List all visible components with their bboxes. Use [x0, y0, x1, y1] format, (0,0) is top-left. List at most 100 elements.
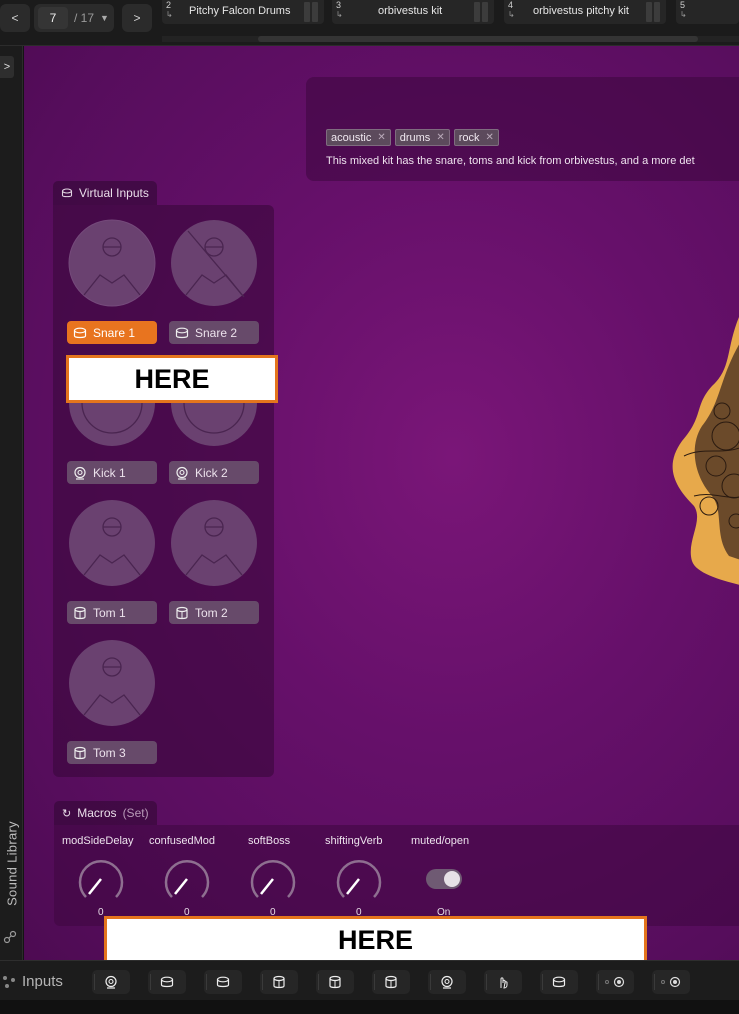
macro-knob[interactable]: [76, 857, 126, 907]
input-button[interactable]: [92, 970, 130, 994]
snare-drum-icon: [216, 976, 230, 988]
slot-title: orbivestus kit: [378, 5, 443, 17]
virtual-inputs-panel: Snare 1 Snare 2 Kick 1 Kick 2 Tom 1 Tom …: [53, 205, 274, 777]
drum-icon: [61, 188, 73, 198]
pad-label: Kick 2: [195, 465, 228, 480]
pad-label: Tom 1: [93, 605, 126, 620]
sound-library-tab[interactable]: Sound Library: [5, 814, 20, 914]
pad-label: Snare 2: [195, 325, 238, 340]
input-button[interactable]: [428, 970, 466, 994]
tom-drum-icon: [74, 746, 86, 759]
tag-label: rock: [458, 131, 480, 144]
preset-slot-2[interactable]: 2 ↳ Pitchy Falcon Drums: [162, 0, 324, 24]
input-button[interactable]: [260, 970, 298, 994]
tag-list: acoustic ✕ drums ✕ rock ✕: [326, 129, 499, 146]
tag-chip[interactable]: rock ✕: [453, 129, 499, 146]
kit-description: This mixed kit has the snare, toms and k…: [326, 155, 695, 167]
slot-number: 3 ↳: [336, 0, 343, 20]
slot-handle-icon[interactable]: [474, 2, 488, 22]
macro-knob[interactable]: [248, 857, 298, 907]
drum-pad[interactable]: [170, 219, 258, 307]
macros-set-link[interactable]: (Set): [123, 806, 149, 820]
close-icon[interactable]: ✕: [436, 132, 444, 143]
preset-slot-5[interactable]: 5 ↳: [676, 0, 739, 24]
page-current[interactable]: 7: [38, 7, 68, 29]
macro-label: muted/open: [411, 835, 470, 847]
link-icon[interactable]: [3, 930, 17, 944]
slot-number: 5 ↳: [680, 0, 687, 20]
prev-page-button[interactable]: <: [0, 4, 30, 32]
pad-button-kick-1[interactable]: Kick 1: [67, 461, 157, 484]
nodes-icon: [3, 976, 15, 988]
tom-drum-icon: [329, 975, 341, 989]
virtual-inputs-header: Virtual Inputs: [53, 181, 157, 205]
input-button[interactable]: [148, 970, 186, 994]
page-selector[interactable]: 7 / 17 ▼: [34, 4, 114, 32]
scrollbar-thumb[interactable]: [258, 36, 698, 42]
preset-slot-4[interactable]: 4 ↳ orbivestus pitchy kit: [504, 0, 666, 24]
close-icon[interactable]: ✕: [377, 132, 385, 143]
pad-button-snare-2[interactable]: Snare 2: [169, 321, 259, 344]
macro-label: modSideDelay: [62, 835, 134, 847]
hand-icon: [500, 977, 508, 989]
radio-dot-icon: [661, 976, 681, 988]
tag-label: drums: [399, 131, 431, 144]
section-title: Macros: [77, 806, 117, 820]
macros-panel: modSideDelay confusedMod softBoss shifti…: [54, 825, 739, 926]
muted-open-toggle[interactable]: [426, 869, 462, 889]
snare-drum-icon: [160, 976, 174, 988]
close-icon[interactable]: ✕: [485, 132, 493, 143]
tag-chip[interactable]: acoustic ✕: [326, 129, 391, 146]
input-button[interactable]: [540, 970, 578, 994]
pad-label: Tom 2: [195, 605, 228, 620]
tom-drum-icon: [176, 606, 188, 619]
expand-sidebar-button[interactable]: >: [0, 56, 14, 78]
kick-drum-icon: [176, 466, 188, 480]
drum-pad[interactable]: [68, 639, 156, 727]
macro-knob[interactable]: [334, 857, 384, 907]
input-button[interactable]: [204, 970, 242, 994]
pad-button-snare-1[interactable]: Snare 1: [67, 321, 157, 344]
input-button[interactable]: [484, 970, 522, 994]
snare-drum-icon: [552, 976, 566, 988]
pad-button-tom-3[interactable]: Tom 3: [67, 741, 157, 764]
slot-title: orbivestus pitchy kit: [533, 5, 629, 17]
macro-knob[interactable]: [162, 857, 212, 907]
snare-drum-icon: [73, 327, 87, 338]
input-button[interactable]: [596, 970, 634, 994]
top-bar: < 7 / 17 ▼ > 2 ↳ Pitchy Falcon Drums 3 ↳ o…: [0, 0, 739, 46]
pad-label: Snare 1: [93, 325, 136, 340]
inputs-bar: Inputs: [0, 960, 739, 1000]
input-button[interactable]: [652, 970, 690, 994]
inputs-label: Inputs: [22, 973, 63, 990]
input-button[interactable]: [316, 970, 354, 994]
pad-label: Kick 1: [93, 465, 126, 480]
page-total: / 17: [74, 11, 95, 25]
refresh-icon: ↻: [62, 807, 72, 820]
chevron-down-icon[interactable]: ▼: [100, 13, 109, 23]
drum-pad[interactable]: [68, 499, 156, 587]
tag-chip[interactable]: drums ✕: [394, 129, 450, 146]
macro-label: confusedMod: [149, 835, 216, 847]
tom-drum-icon: [273, 975, 285, 989]
next-page-button[interactable]: >: [122, 4, 152, 32]
left-sidebar: > Sound Library: [0, 46, 23, 960]
pad-button-tom-2[interactable]: Tom 2: [169, 601, 259, 624]
slot-handle-icon[interactable]: [304, 2, 318, 22]
macros-header: ↻ Macros (Set): [54, 801, 157, 825]
drum-pad[interactable]: [170, 499, 258, 587]
kick-drum-icon: [105, 975, 117, 989]
input-button[interactable]: [372, 970, 410, 994]
slot-title: Pitchy Falcon Drums: [189, 5, 291, 17]
preset-slot-3[interactable]: 3 ↳ orbivestus kit: [332, 0, 494, 24]
tom-drum-icon: [385, 975, 397, 989]
slot-handle-icon[interactable]: [646, 2, 660, 22]
tom-drum-icon: [74, 606, 86, 619]
section-title: Virtual Inputs: [79, 186, 149, 200]
horizontal-scrollbar[interactable]: [162, 36, 739, 42]
drum-pad[interactable]: [68, 219, 156, 307]
pad-button-kick-2[interactable]: Kick 2: [169, 461, 259, 484]
slot-number: 4 ↳: [508, 0, 515, 20]
pad-button-tom-1[interactable]: Tom 1: [67, 601, 157, 624]
kick-drum-icon: [74, 466, 86, 480]
